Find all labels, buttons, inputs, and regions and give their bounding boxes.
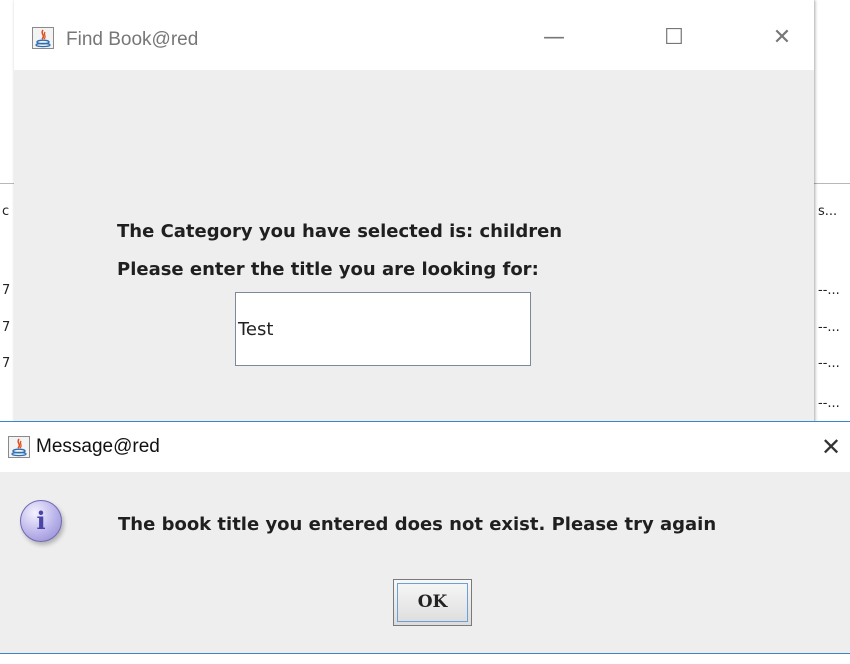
table-cell-fragment: 7	[2, 320, 11, 335]
message-dialog: Message@red ✕ i The book title you enter…	[0, 421, 850, 654]
book-title-input[interactable]: Test	[235, 292, 531, 366]
find-book-titlebar[interactable]: Find Book@red — ☐ ✕	[14, 0, 814, 70]
table-cell-fragment: 7	[2, 283, 11, 298]
title-prompt-label: Please enter the title you are looking f…	[117, 259, 539, 280]
table-cell-fragment: 7	[2, 356, 11, 371]
message-titlebar[interactable]: Message@red ✕	[0, 422, 850, 472]
table-cell-fragment: --...	[818, 356, 840, 371]
find-book-window-title: Find Book@red	[66, 29, 199, 50]
java-app-icon	[32, 27, 54, 49]
message-text: The book title you entered does not exis…	[118, 514, 717, 535]
table-header-fragment-left: c	[2, 204, 10, 219]
close-button[interactable]: ✕	[762, 20, 802, 56]
table-cell-fragment: --...	[818, 320, 840, 335]
ok-button[interactable]: OK	[393, 579, 472, 626]
info-icon: i	[20, 500, 62, 542]
java-app-icon	[8, 436, 30, 458]
find-book-window: Find Book@red — ☐ ✕ The Category you hav…	[14, 0, 814, 470]
table-cell-fragment: --...	[818, 283, 840, 298]
ok-button-label: OK	[417, 592, 448, 612]
maximize-button[interactable]: ☐	[654, 20, 694, 56]
minimize-button[interactable]: —	[534, 20, 574, 56]
table-header-fragment-right: s...	[818, 204, 838, 219]
category-label: The Category you have selected is: child…	[117, 221, 563, 242]
message-dialog-title: Message@red	[36, 436, 160, 457]
close-button[interactable]: ✕	[816, 432, 846, 462]
table-cell-fragment: --...	[818, 396, 840, 411]
